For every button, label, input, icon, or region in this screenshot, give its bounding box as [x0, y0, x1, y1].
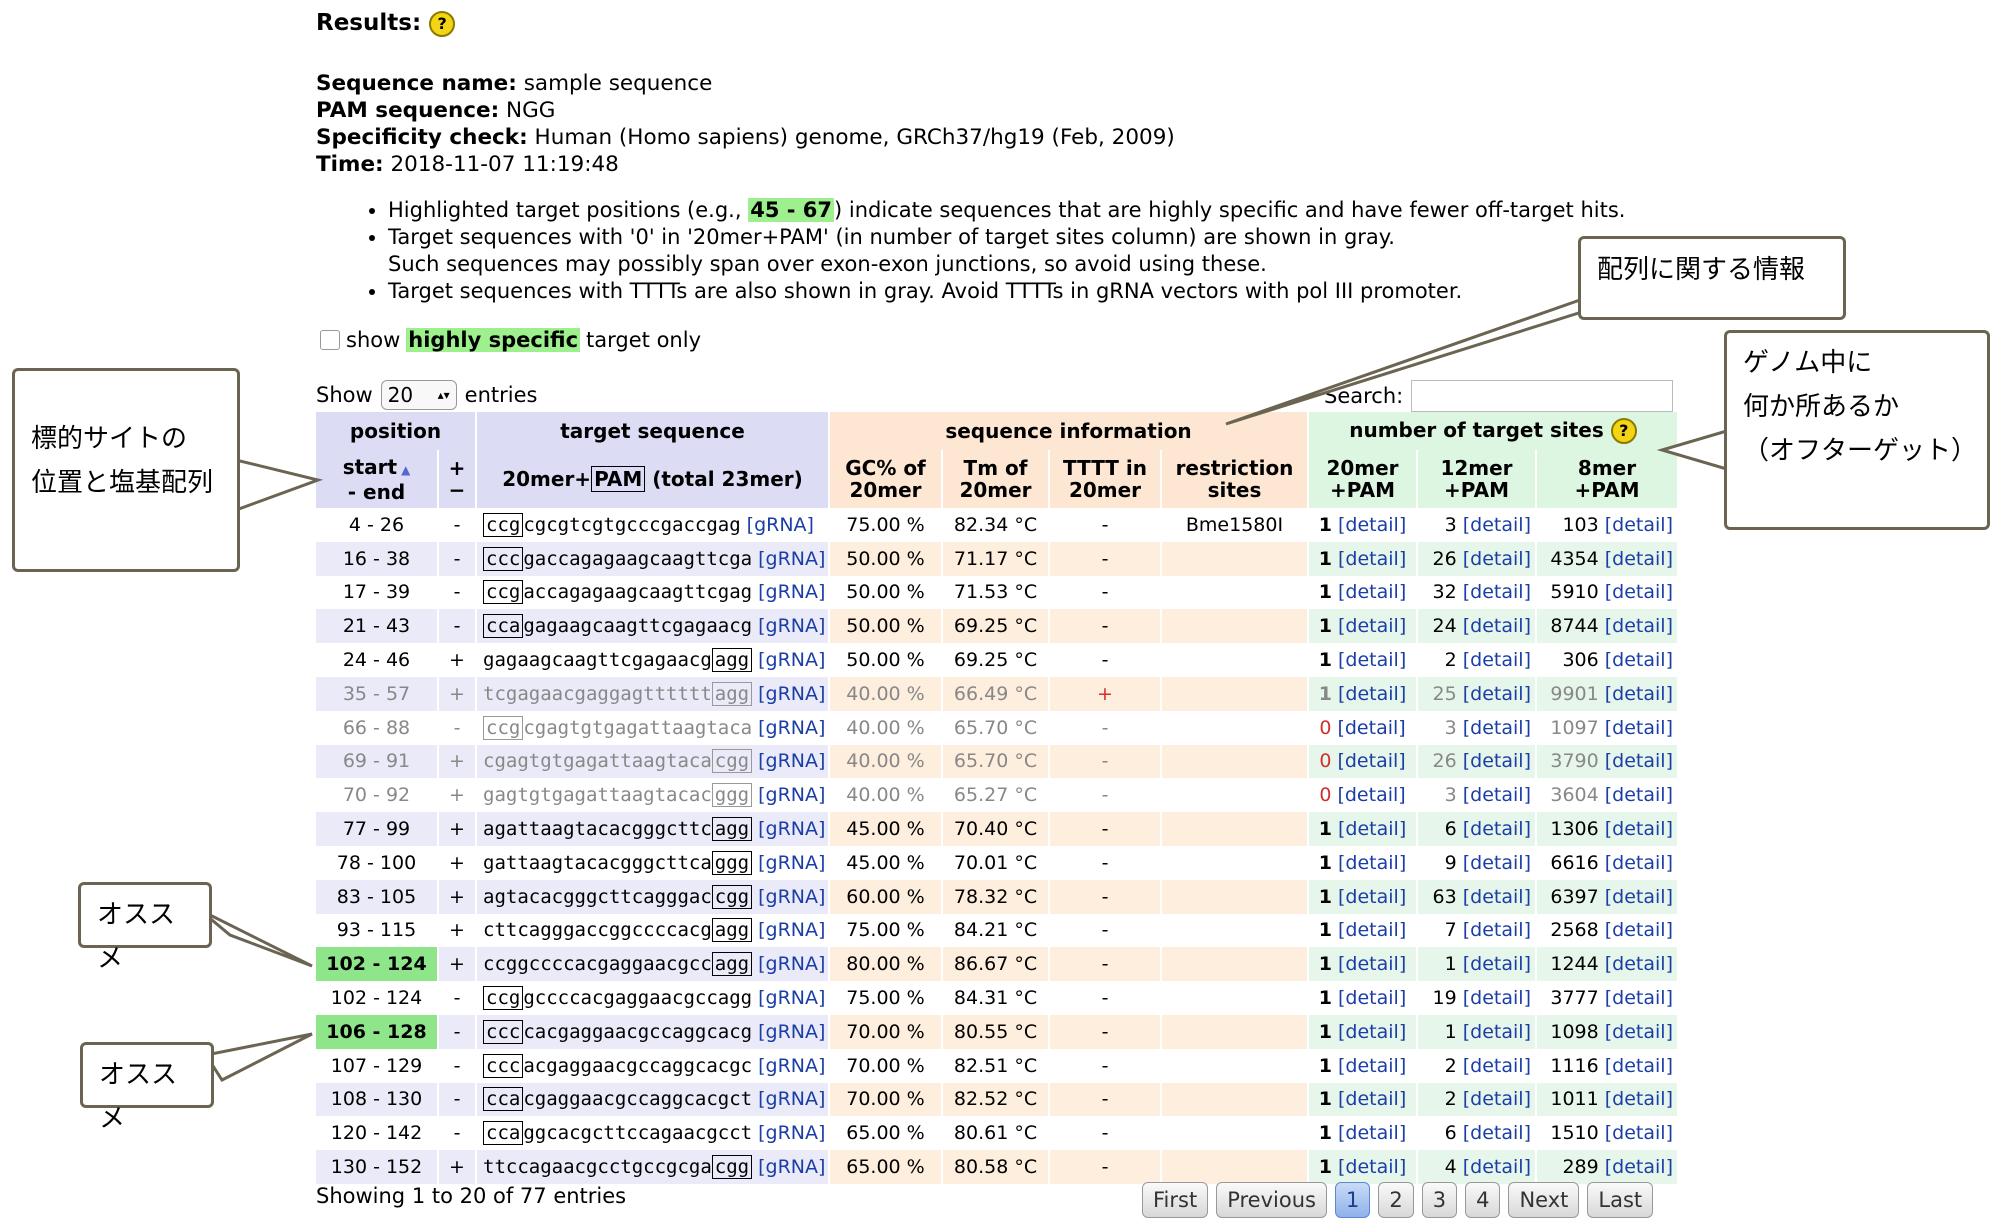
pointer-position — [234, 458, 324, 513]
pointer-rec2 — [203, 1032, 313, 1082]
callout-rec2: オススメ — [80, 1042, 214, 1134]
pointer-rec1 — [199, 908, 313, 968]
callout-seq-info: 配列に関する情報 — [1578, 236, 1846, 320]
pointer-seq-info — [1225, 298, 1621, 426]
callout-pointers — [199, 298, 1732, 1082]
callout-rec1: オススメ — [78, 882, 212, 974]
callout-position: 標的サイトの 位置と塩基配列 — [12, 368, 240, 572]
pointer-genome — [1656, 427, 1732, 473]
callout-genome: ゲノム中に 何か所あるか （オフターゲット） — [1724, 330, 1990, 530]
